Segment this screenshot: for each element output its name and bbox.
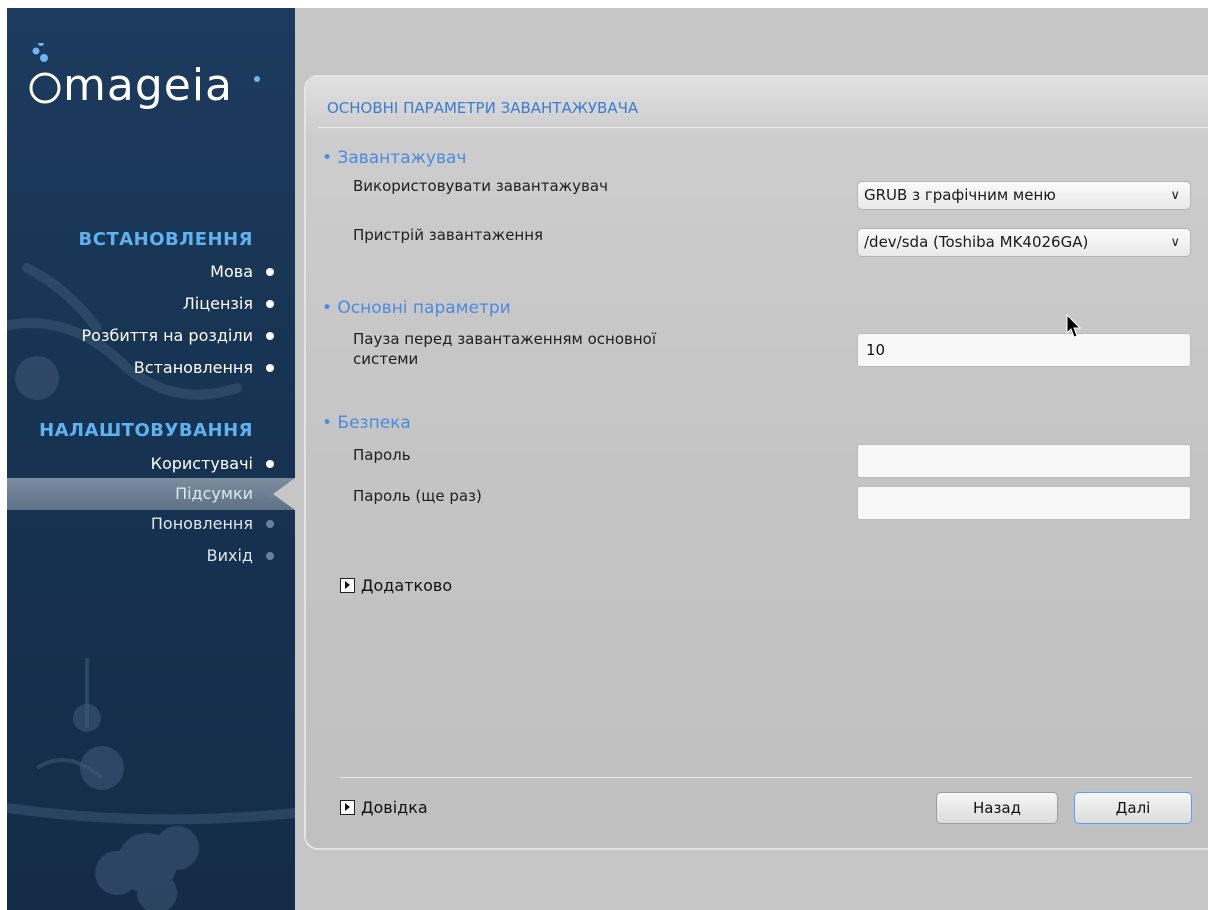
step-partitioning: Розбиття на розділи [82, 323, 274, 349]
step-license: Ліцензія [183, 291, 274, 317]
step-pending-dot [266, 552, 274, 560]
page-title: ОСНОВНІ ПАРАМЕТРИ ЗАВАНТАЖУВАЧА [327, 99, 639, 117]
password-label: Пароль [353, 446, 411, 464]
title-divider [318, 127, 1208, 128]
step-users: Користувачі [151, 451, 274, 477]
next-button[interactable]: Далі [1074, 792, 1192, 824]
config-section-title: НАЛАШТОВУВАННЯ [39, 420, 253, 441]
use-bootloader-label: Використовувати завантажувач [353, 177, 608, 195]
main-panel: ОСНОВНІ ПАРАМЕТРИ ЗАВАНТАЖУВАЧА • Завант… [304, 75, 1208, 850]
step-done-dot [266, 460, 274, 468]
sidebar: mageia ВСТАНОВЛЕННЯ Мова Ліцензія Розбит… [7, 8, 295, 910]
delay-input[interactable] [857, 333, 1191, 367]
step-pending-dot [266, 520, 274, 528]
password-input[interactable] [857, 444, 1191, 478]
password-again-input[interactable] [857, 486, 1191, 520]
section-bootloader: • Завантажувач [322, 148, 467, 168]
installer-window: mageia ВСТАНОВЛЕННЯ Мова Ліцензія Розбит… [7, 8, 1208, 910]
install-section-title: ВСТАНОВЛЕННЯ [78, 229, 253, 250]
step-done-dot [266, 364, 274, 372]
mouse-pointer-icon [1066, 314, 1082, 338]
bootloader-select[interactable]: GRUB з графічним меню ∨ [857, 181, 1191, 210]
step-done-dot [266, 268, 274, 276]
step-done-dot [266, 300, 274, 308]
delay-label: Пауза перед завантаженням основної систе… [353, 330, 657, 368]
help-expander[interactable]: Довідка [340, 798, 428, 817]
chevron-down-icon: ∨ [1170, 188, 1180, 203]
advanced-expander[interactable]: Додатково [340, 576, 452, 595]
step-summary: Підсумки [175, 481, 274, 507]
bottom-divider [340, 777, 1192, 778]
expand-arrow-icon [340, 800, 355, 815]
step-done-dot [266, 332, 274, 340]
password-again-label: Пароль (ще раз) [353, 487, 482, 505]
expand-arrow-icon [340, 578, 355, 593]
boot-device-select[interactable]: /dev/sda (Toshiba MK4026GA) ∨ [857, 228, 1191, 257]
step-exit: Вихід [207, 543, 274, 569]
back-button[interactable]: Назад [936, 792, 1058, 824]
mageia-logo-text: mageia [63, 60, 234, 111]
chevron-down-icon: ∨ [1170, 235, 1180, 250]
step-language: Мова [210, 259, 274, 285]
step-updates: Поновлення [151, 511, 274, 537]
step-installation: Встановлення [134, 355, 274, 381]
active-step-pointer [273, 478, 295, 510]
section-main-options: • Основні параметри [322, 298, 511, 318]
section-security: • Безпека [322, 413, 411, 433]
boot-device-label: Пристрій завантаження [353, 226, 544, 244]
